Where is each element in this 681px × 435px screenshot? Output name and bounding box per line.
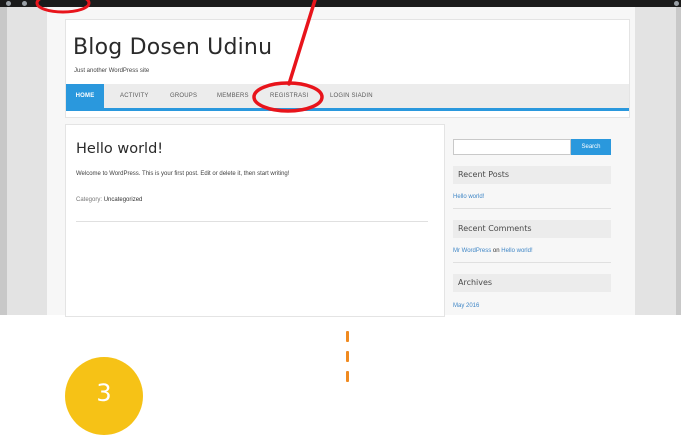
wp-admin-bar[interactable] xyxy=(0,0,681,7)
archive-link[interactable]: May 2016 xyxy=(453,303,479,309)
site-description: Just another WordPress site xyxy=(74,68,150,74)
post-divider xyxy=(76,221,428,222)
nav-item-registrasi[interactable]: REGISTRASI xyxy=(270,84,308,108)
nav-item-home[interactable]: HOME xyxy=(66,84,104,108)
recent-posts-heading: Recent Posts xyxy=(453,166,611,184)
screenshot-left-border xyxy=(0,7,7,315)
comment-author-link[interactable]: Mr WordPress xyxy=(453,248,491,254)
site-page: Blog Dosen Udinu Just another WordPress … xyxy=(47,7,635,317)
comment-on-text: on xyxy=(492,248,500,254)
nav-item-members[interactable]: MEMBERS xyxy=(217,84,249,108)
nav-item-login-siadin[interactable]: LOGIN SIADIN xyxy=(330,84,373,108)
step-connector-dash xyxy=(346,331,349,342)
site-menu-icon[interactable] xyxy=(22,1,27,6)
step-connector-dash xyxy=(346,351,349,362)
archives-heading: Archives xyxy=(453,274,611,292)
recent-comment: Mr WordPress on Hello world! xyxy=(453,248,533,254)
recent-post-link[interactable]: Hello world! xyxy=(453,194,484,200)
post-title[interactable]: Hello world! xyxy=(76,141,163,157)
main-content: Hello world! Welcome to WordPress. This … xyxy=(65,124,445,317)
step-number-badge: 3 xyxy=(65,357,143,435)
nav-item-groups[interactable]: GROUPS xyxy=(170,84,197,108)
screenshot-right-border xyxy=(676,7,681,315)
nav-item-activity[interactable]: ACTIVITY xyxy=(120,84,149,108)
search-button[interactable]: Search xyxy=(571,139,611,155)
step-connector-dash xyxy=(346,371,349,382)
tutorial-figure: Blog Dosen Udinu Just another WordPress … xyxy=(0,0,681,435)
sidebar: Search Recent Posts Hello world! Recent … xyxy=(445,124,623,315)
nav-underline xyxy=(66,108,629,111)
post-category: Category: Uncategorized xyxy=(76,197,142,203)
category-label: Category: xyxy=(76,197,103,203)
comment-post-link[interactable]: Hello world! xyxy=(501,248,532,254)
step-number: 3 xyxy=(96,379,112,407)
main-navigation: HOME ACTIVITY GROUPS MEMBERS REGISTRASI … xyxy=(66,84,629,108)
account-icon[interactable] xyxy=(674,1,679,6)
category-link[interactable]: Uncategorized xyxy=(104,197,143,203)
widget-divider xyxy=(453,262,611,263)
recent-comments-heading: Recent Comments xyxy=(453,220,611,238)
search-input[interactable] xyxy=(453,139,571,155)
site-title[interactable]: Blog Dosen Udinu xyxy=(73,35,272,60)
wordpress-logo-icon[interactable] xyxy=(6,1,11,6)
widget-divider xyxy=(453,208,611,209)
post-body: Welcome to WordPress. This is your first… xyxy=(76,171,290,177)
site-header: Blog Dosen Udinu Just another WordPress … xyxy=(65,19,630,118)
